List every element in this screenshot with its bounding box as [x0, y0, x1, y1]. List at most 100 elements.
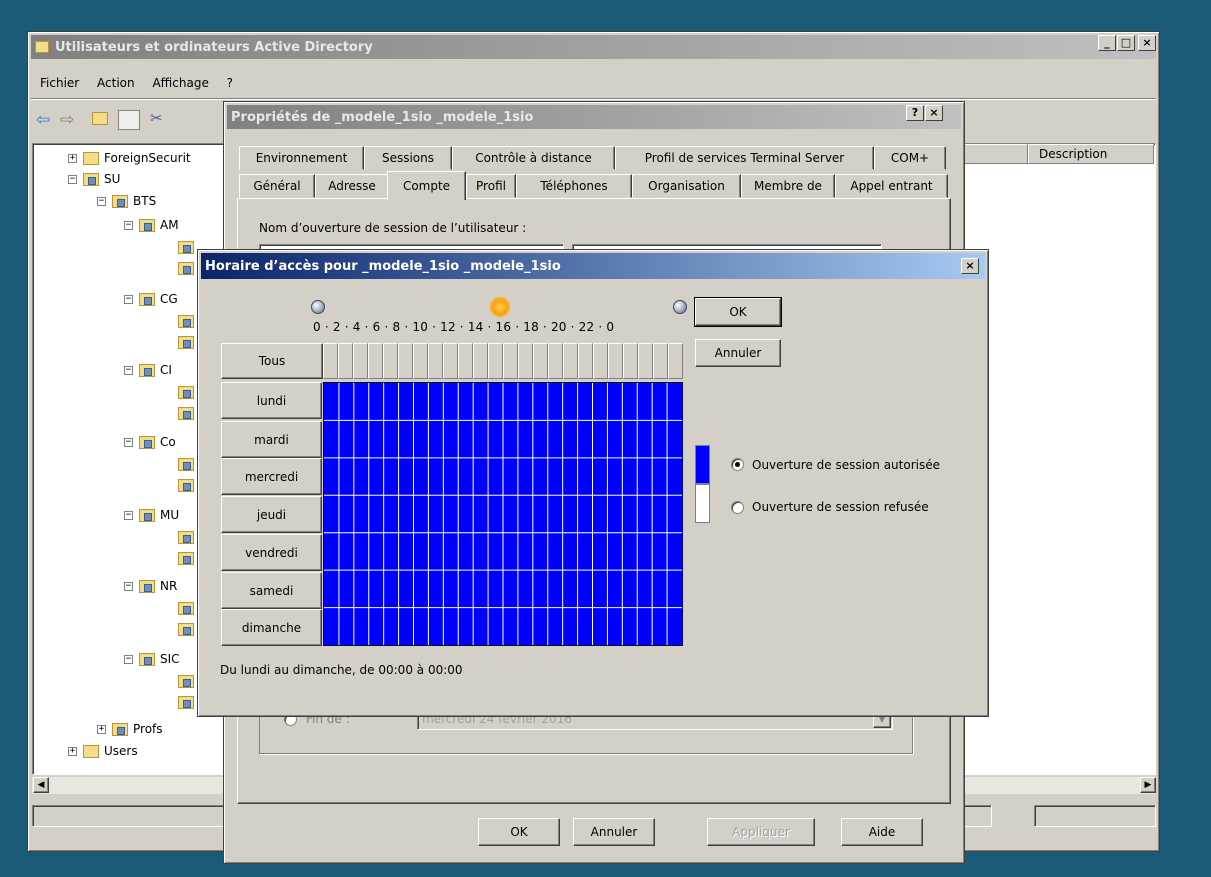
day-button-mardi[interactable]: mardi — [221, 421, 322, 458]
day-button-jeudi[interactable]: jeudi — [221, 496, 322, 533]
collapse-icon[interactable]: − — [124, 654, 133, 664]
hour-header-button[interactable] — [488, 343, 503, 379]
hour-header-button[interactable] — [323, 343, 338, 379]
tab-organisation[interactable]: Organisation — [632, 174, 741, 198]
allowed-radio[interactable] — [731, 458, 744, 471]
tab-controle-distance[interactable]: Contrôle à distance — [452, 146, 615, 170]
hour-header-button[interactable] — [518, 343, 533, 379]
tree-item-cg[interactable]: − CG — [124, 292, 178, 306]
tree-item-am[interactable]: − AM — [124, 218, 179, 232]
help-dialog-button[interactable]: Aide — [841, 818, 923, 846]
hour-header-button[interactable] — [593, 343, 608, 379]
hour-header-button[interactable] — [653, 343, 668, 379]
tab-sessions[interactable]: Sessions — [364, 146, 452, 170]
close-button[interactable]: × — [1138, 35, 1156, 51]
close-button[interactable]: × — [925, 105, 943, 121]
up-folder-icon[interactable] — [92, 112, 108, 125]
tree-item-nr[interactable]: − NR — [124, 579, 177, 593]
allowed-label[interactable]: Ouverture de session autorisée — [752, 458, 940, 472]
help-button[interactable]: ? — [906, 105, 924, 121]
tab-profil[interactable]: Profil — [466, 174, 516, 198]
hour-header-button[interactable] — [503, 343, 518, 379]
tree-item-ci[interactable]: − CI — [124, 363, 172, 377]
hour-header-button[interactable] — [458, 343, 473, 379]
all-days-button[interactable]: Tous — [221, 343, 323, 379]
hour-header-button[interactable] — [413, 343, 428, 379]
collapse-icon[interactable]: − — [68, 174, 77, 184]
ok-button[interactable]: OK — [478, 818, 560, 846]
tree-item-bts[interactable]: − BTS — [97, 194, 156, 208]
tree-item-sic[interactable]: − SIC — [124, 652, 180, 666]
hour-header-button[interactable] — [428, 343, 443, 379]
collapse-icon[interactable]: − — [97, 196, 106, 206]
cut-icon[interactable]: ✂ — [150, 109, 163, 127]
hour-header-button[interactable] — [473, 343, 488, 379]
denied-radio[interactable] — [731, 501, 744, 514]
show-pane-icon[interactable] — [118, 110, 140, 130]
back-arrow-icon[interactable]: ⇦ — [36, 110, 50, 130]
denied-label[interactable]: Ouverture de session refusée — [752, 500, 929, 514]
menu-fichier[interactable]: Fichier — [40, 76, 79, 90]
logon-hours-titlebar[interactable]: Horaire d’accès pour _modele_1sio _model… — [201, 253, 985, 279]
minimize-button[interactable]: _ — [1098, 35, 1116, 51]
hour-header-button[interactable] — [668, 343, 683, 379]
tree-item-foreignsecurity[interactable]: + ForeignSecurit — [68, 151, 191, 165]
tab-com[interactable]: COM+ — [874, 146, 946, 170]
hour-header-button[interactable] — [623, 343, 638, 379]
hour-header-button[interactable] — [338, 343, 353, 379]
column-header-description[interactable]: Description — [1028, 144, 1154, 164]
expand-icon[interactable]: + — [97, 724, 106, 734]
properties-titlebar[interactable]: Propriétés de _modele_1sio _modele_1sio — [227, 105, 961, 129]
close-button[interactable]: × — [961, 258, 979, 274]
tab-appel-entrant[interactable]: Appel entrant — [835, 174, 948, 198]
tree-item-co[interactable]: − Co — [124, 435, 176, 449]
day-button-vendredi[interactable]: vendredi — [221, 534, 322, 571]
day-button-lundi[interactable]: lundi — [221, 382, 322, 419]
expand-icon[interactable]: + — [68, 153, 77, 163]
tree-item-users[interactable]: + Users — [68, 744, 138, 758]
tab-membre-de[interactable]: Membre de — [741, 174, 835, 198]
cancel-button[interactable]: Annuler — [573, 818, 655, 846]
tab-telephones[interactable]: Téléphones — [516, 174, 632, 198]
collapse-icon[interactable]: − — [124, 365, 133, 375]
cancel-button[interactable]: Annuler — [695, 339, 781, 367]
collapse-icon[interactable]: − — [124, 581, 133, 591]
hour-header-button[interactable] — [563, 343, 578, 379]
tab-general[interactable]: Général — [239, 174, 315, 198]
hour-header-button[interactable] — [353, 343, 368, 379]
menu-affichage[interactable]: Affichage — [152, 76, 208, 90]
tab-terminal-server[interactable]: Profil de services Terminal Server — [615, 146, 874, 170]
hour-header-button[interactable] — [443, 343, 458, 379]
column-header[interactable] — [964, 144, 1028, 164]
expand-icon[interactable]: + — [68, 746, 77, 756]
tab-compte[interactable]: Compte — [387, 171, 466, 200]
menu-help[interactable]: ? — [227, 76, 233, 90]
day-button-samedi[interactable]: samedi — [221, 572, 322, 609]
collapse-icon[interactable]: − — [124, 510, 133, 520]
tab-adresse[interactable]: Adresse — [315, 174, 389, 198]
menu-action[interactable]: Action — [97, 76, 135, 90]
scroll-right-button[interactable]: ▶ — [1140, 777, 1156, 793]
hour-header-button[interactable] — [533, 343, 548, 379]
tree-item-profs[interactable]: + Profs — [97, 722, 163, 736]
day-button-mercredi[interactable]: mercredi — [221, 458, 322, 495]
hour-header-button[interactable] — [548, 343, 563, 379]
hour-header-button[interactable] — [368, 343, 383, 379]
hour-header-button[interactable] — [578, 343, 593, 379]
scroll-left-button[interactable]: ◀ — [33, 777, 49, 793]
hours-grid[interactable] — [323, 382, 683, 646]
hour-header-button[interactable] — [398, 343, 413, 379]
collapse-icon[interactable]: − — [124, 220, 133, 230]
collapse-icon[interactable]: − — [124, 294, 133, 304]
ad-titlebar[interactable]: Utilisateurs et ordinateurs Active Direc… — [31, 35, 1156, 59]
ok-button[interactable]: OK — [694, 297, 782, 327]
apply-button[interactable]: Appliquer — [707, 818, 815, 846]
tree-item-su[interactable]: − SU — [68, 172, 120, 186]
tab-environnement[interactable]: Environnement — [239, 146, 364, 170]
collapse-icon[interactable]: − — [124, 437, 133, 447]
hour-header-button[interactable] — [608, 343, 623, 379]
tree-item-mu[interactable]: − MU — [124, 508, 179, 522]
forward-arrow-icon[interactable]: ⇨ — [60, 110, 74, 130]
hour-header-button[interactable] — [638, 343, 653, 379]
hour-header-button[interactable] — [383, 343, 398, 379]
